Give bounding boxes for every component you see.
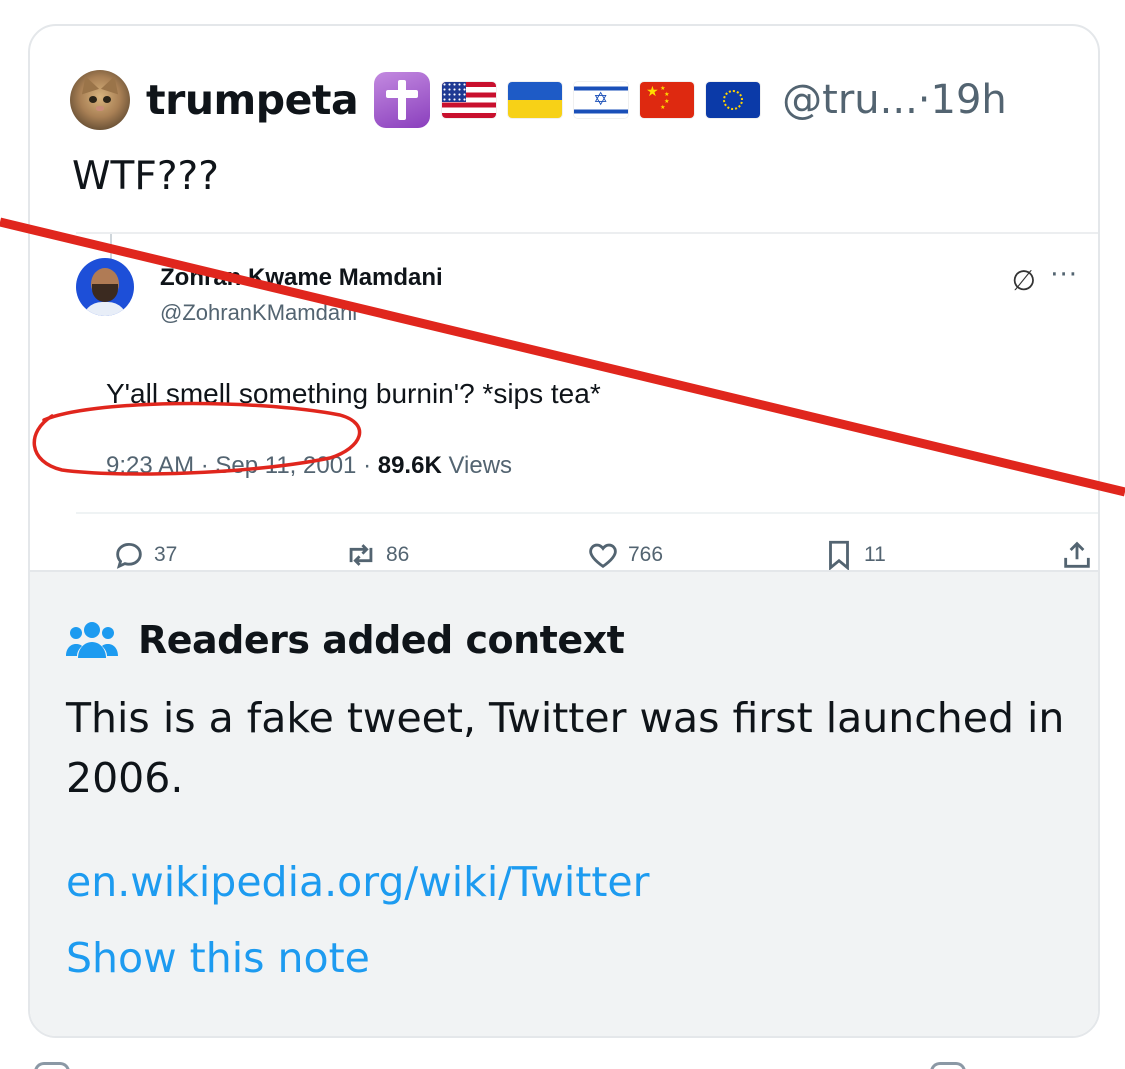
- note-body: This is a fake tweet, Twitter was first …: [66, 694, 1065, 802]
- more-icon: ···: [1050, 260, 1078, 290]
- eu-flag-icon: [706, 82, 761, 118]
- handle-and-time: @tru...·19h: [782, 77, 1007, 123]
- share-icon: [1064, 541, 1090, 568]
- handle[interactable]: @tru...: [782, 77, 918, 123]
- partial-icon: [930, 1062, 966, 1069]
- repost-action: 86: [344, 538, 409, 572]
- quoted-display-name: Zohran Kwame Mamdani: [160, 264, 443, 291]
- tweet-card[interactable]: trumpeta ✡ ★ ★ ★ ★ ★ @tru...·19h WTF??? …: [28, 24, 1100, 1038]
- china-flag-icon: ★ ★ ★ ★ ★: [640, 82, 695, 118]
- note-title: Readers added context: [138, 618, 625, 662]
- reply-count: 37: [154, 543, 178, 566]
- reply-icon: [116, 542, 142, 569]
- partial-icon: [34, 1062, 70, 1069]
- timestamp[interactable]: 19h: [931, 77, 1007, 123]
- us-flag-icon: [442, 82, 497, 118]
- israel-flag-icon: ✡: [574, 82, 629, 118]
- avatar[interactable]: [70, 70, 130, 130]
- tweet-text: WTF???: [72, 154, 219, 199]
- reply-action: 37: [112, 538, 177, 572]
- share-action: [1060, 538, 1098, 572]
- quoted-timestamp: 9:23 AM · Sep 11, 2001 ·: [106, 452, 372, 479]
- grok-icon: ∅: [1011, 264, 1036, 297]
- attached-image[interactable]: Zohran Kwame Mamdani @ZohranKMamdani ∅ ·…: [76, 232, 1098, 574]
- separator: ·: [917, 77, 931, 123]
- like-count: 766: [628, 543, 664, 566]
- quoted-meta: 9:23 AM · Sep 11, 2001 · 89.6K Views: [106, 452, 512, 480]
- quoted-views-count: 89.6K: [377, 452, 442, 479]
- quoted-handle: @ZohranKMamdani: [160, 300, 358, 325]
- latin-cross-icon: [374, 72, 431, 128]
- display-name[interactable]: trumpeta: [146, 76, 359, 124]
- divider: [76, 512, 1098, 514]
- quoted-action-bar: 37 86 766 11: [76, 534, 1098, 574]
- show-note-link[interactable]: Show this note: [66, 934, 370, 982]
- ukraine-flag-icon: [508, 82, 563, 118]
- bookmark-icon: [829, 540, 849, 571]
- bookmark-action: 11: [822, 538, 886, 572]
- community-note[interactable]: Readers added context This is a fake twe…: [30, 570, 1098, 1036]
- heart-icon: [589, 543, 617, 569]
- quoted-views-label: Views: [448, 452, 513, 479]
- tweet-header: trumpeta ✡ ★ ★ ★ ★ ★ @tru...·19h: [70, 68, 1007, 132]
- repost-count: 86: [386, 543, 410, 566]
- note-source-link[interactable]: en.wikipedia.org/wiki/Twitter: [66, 858, 649, 906]
- quoted-text: Y'all smell something burnin'? *sips tea…: [106, 378, 601, 409]
- quoted-avatar: [76, 258, 134, 316]
- people-icon: [66, 622, 118, 658]
- like-action: 766: [586, 538, 663, 572]
- repost-icon: [349, 544, 373, 566]
- next-tweet-action-bar-partial: [0, 1058, 1125, 1069]
- note-header: Readers added context: [66, 618, 625, 662]
- screenshot: trumpeta ✡ ★ ★ ★ ★ ★ @tru...·19h WTF??? …: [0, 0, 1125, 1069]
- bookmark-count: 11: [864, 543, 886, 566]
